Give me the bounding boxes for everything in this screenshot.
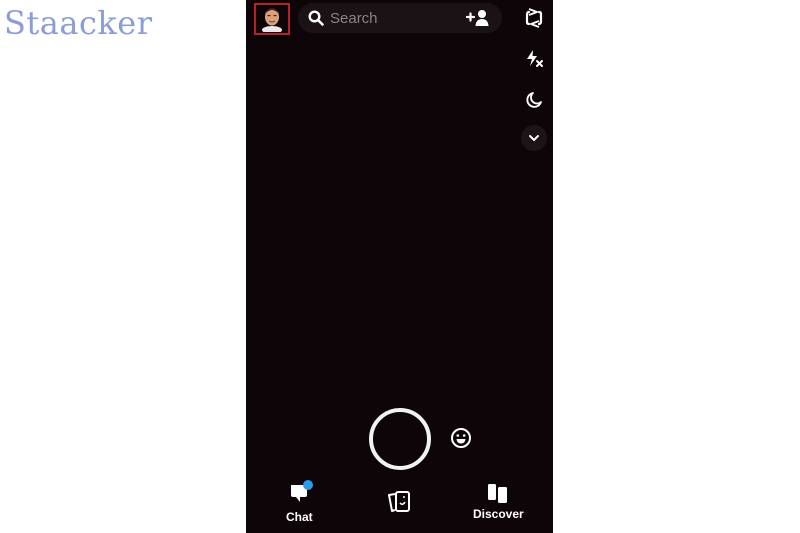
nav-discover-label: Discover: [473, 507, 524, 521]
nav-memories[interactable]: [387, 490, 413, 514]
add-friend-icon[interactable]: [466, 9, 490, 27]
search-icon: [308, 10, 324, 26]
lenses-button[interactable]: [450, 427, 472, 454]
flip-camera-icon: [525, 8, 543, 28]
more-tools-button[interactable]: [521, 125, 547, 151]
camera-screen[interactable]: Search Chat Discover: [246, 0, 553, 533]
night-mode-button[interactable]: [521, 87, 547, 113]
flip-camera-button[interactable]: [521, 5, 547, 31]
flash-off-icon: [527, 50, 543, 67]
flash-button[interactable]: [521, 46, 547, 72]
night-mode-icon: [526, 92, 542, 108]
nav-chat-label: Chat: [286, 510, 313, 524]
shutter-button[interactable]: [369, 408, 431, 470]
nav-discover[interactable]: Discover: [473, 482, 524, 521]
search-bar[interactable]: Search: [298, 3, 502, 33]
smiley-icon: [451, 428, 471, 448]
watermark-logo: Staacker: [4, 4, 153, 42]
search-placeholder: Search: [330, 9, 378, 27]
discover-icon: [488, 484, 508, 503]
memories-cards-icon: [388, 491, 410, 512]
chevron-down-icon: [529, 135, 539, 141]
bitmoji-avatar-icon: [262, 8, 282, 32]
chat-notification-badge: [303, 480, 314, 490]
nav-chat[interactable]: Chat: [286, 480, 314, 524]
profile-avatar-button[interactable]: [254, 3, 290, 35]
